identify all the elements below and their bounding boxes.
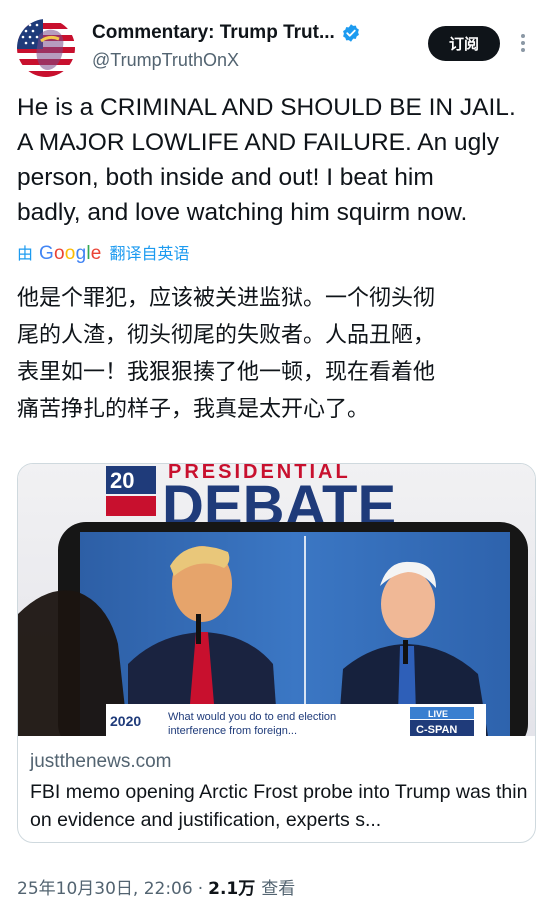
- author-handle[interactable]: @TrumpTruthOnX: [92, 50, 239, 71]
- view-count[interactable]: 2.1万: [208, 874, 255, 899]
- translated-text-line: 他是个罪犯，应该被关进监狱。一个彻头彻: [17, 286, 436, 311]
- author-name-row[interactable]: Commentary: Trump Trut...: [92, 22, 361, 44]
- tweet-text: He is a CRIMINAL AND SHOULD BE IN JAIL. …: [17, 90, 542, 230]
- tweet-text-line: person, both inside and out! I beat him: [17, 164, 434, 191]
- more-vertical-icon[interactable]: [515, 30, 531, 56]
- live-label: LIVE: [428, 709, 448, 719]
- view-count-label: 查看: [261, 879, 296, 899]
- author-display-name[interactable]: Commentary: Trump Trut...: [92, 22, 335, 44]
- network-label: C-SPAN: [416, 724, 457, 736]
- link-card[interactable]: PRESIDENTIAL 20 DEBATE 2020 What would y…: [17, 463, 536, 843]
- translation-source-label[interactable]: 翻译自英语: [110, 240, 190, 264]
- translation-by-label: 由: [17, 244, 34, 263]
- card-info[interactable]: justthenews.com FBI memo opening Arctic …: [30, 749, 530, 834]
- tweet-header: Commentary: Trump Trut... @TrumpTruthOnX…: [0, 0, 553, 90]
- translated-text-line: 表里如一！我狠狠揍了他一顿，现在看着他: [17, 360, 436, 385]
- chyron-text-2: interference from foreign...: [168, 725, 297, 736]
- card-title: FBI memo opening Arctic Frost probe into…: [30, 781, 528, 831]
- meta-separator: ·: [197, 879, 204, 899]
- tweet-text-line: badly, and love watching him squirm now.: [17, 199, 468, 226]
- debate-year: 20: [110, 468, 134, 493]
- tweet-text-line: He is a CRIMINAL AND SHOULD BE IN JAIL.: [17, 94, 516, 121]
- author-avatar[interactable]: [17, 19, 75, 77]
- verified-badge-icon: [342, 24, 359, 42]
- chyron-logo: 2020: [110, 713, 141, 729]
- google-logo: Google: [39, 243, 102, 264]
- tweet-text-line: A MAJOR LOWLIFE AND FAILURE. An ugly: [17, 129, 499, 156]
- card-domain: justthenews.com: [30, 751, 172, 772]
- card-image[interactable]: PRESIDENTIAL 20 DEBATE 2020 What would y…: [18, 464, 536, 736]
- chyron-text: What would you do to end election: [168, 711, 336, 723]
- tweet-meta: 25年10月30日, 22:06 · 2.1万 查看: [17, 874, 295, 899]
- translated-text: 他是个罪犯，应该被关进监狱。一个彻头彻 尾的人渣，彻头彻尾的失败者。人品丑陋， …: [17, 280, 542, 428]
- subscribe-button[interactable]: 订阅: [428, 26, 500, 61]
- translated-text-line: 痛苦挣扎的样子，我真是太开心了。: [17, 397, 370, 422]
- translation-attribution[interactable]: 由 Google 翻译自英语: [17, 240, 190, 265]
- trump-flag-avatar-icon: [17, 19, 75, 77]
- tweet-timestamp[interactable]: 25年10月30日, 22:06: [17, 874, 193, 899]
- translated-text-line: 尾的人渣，彻头彻尾的失败者。人品丑陋，: [17, 323, 436, 348]
